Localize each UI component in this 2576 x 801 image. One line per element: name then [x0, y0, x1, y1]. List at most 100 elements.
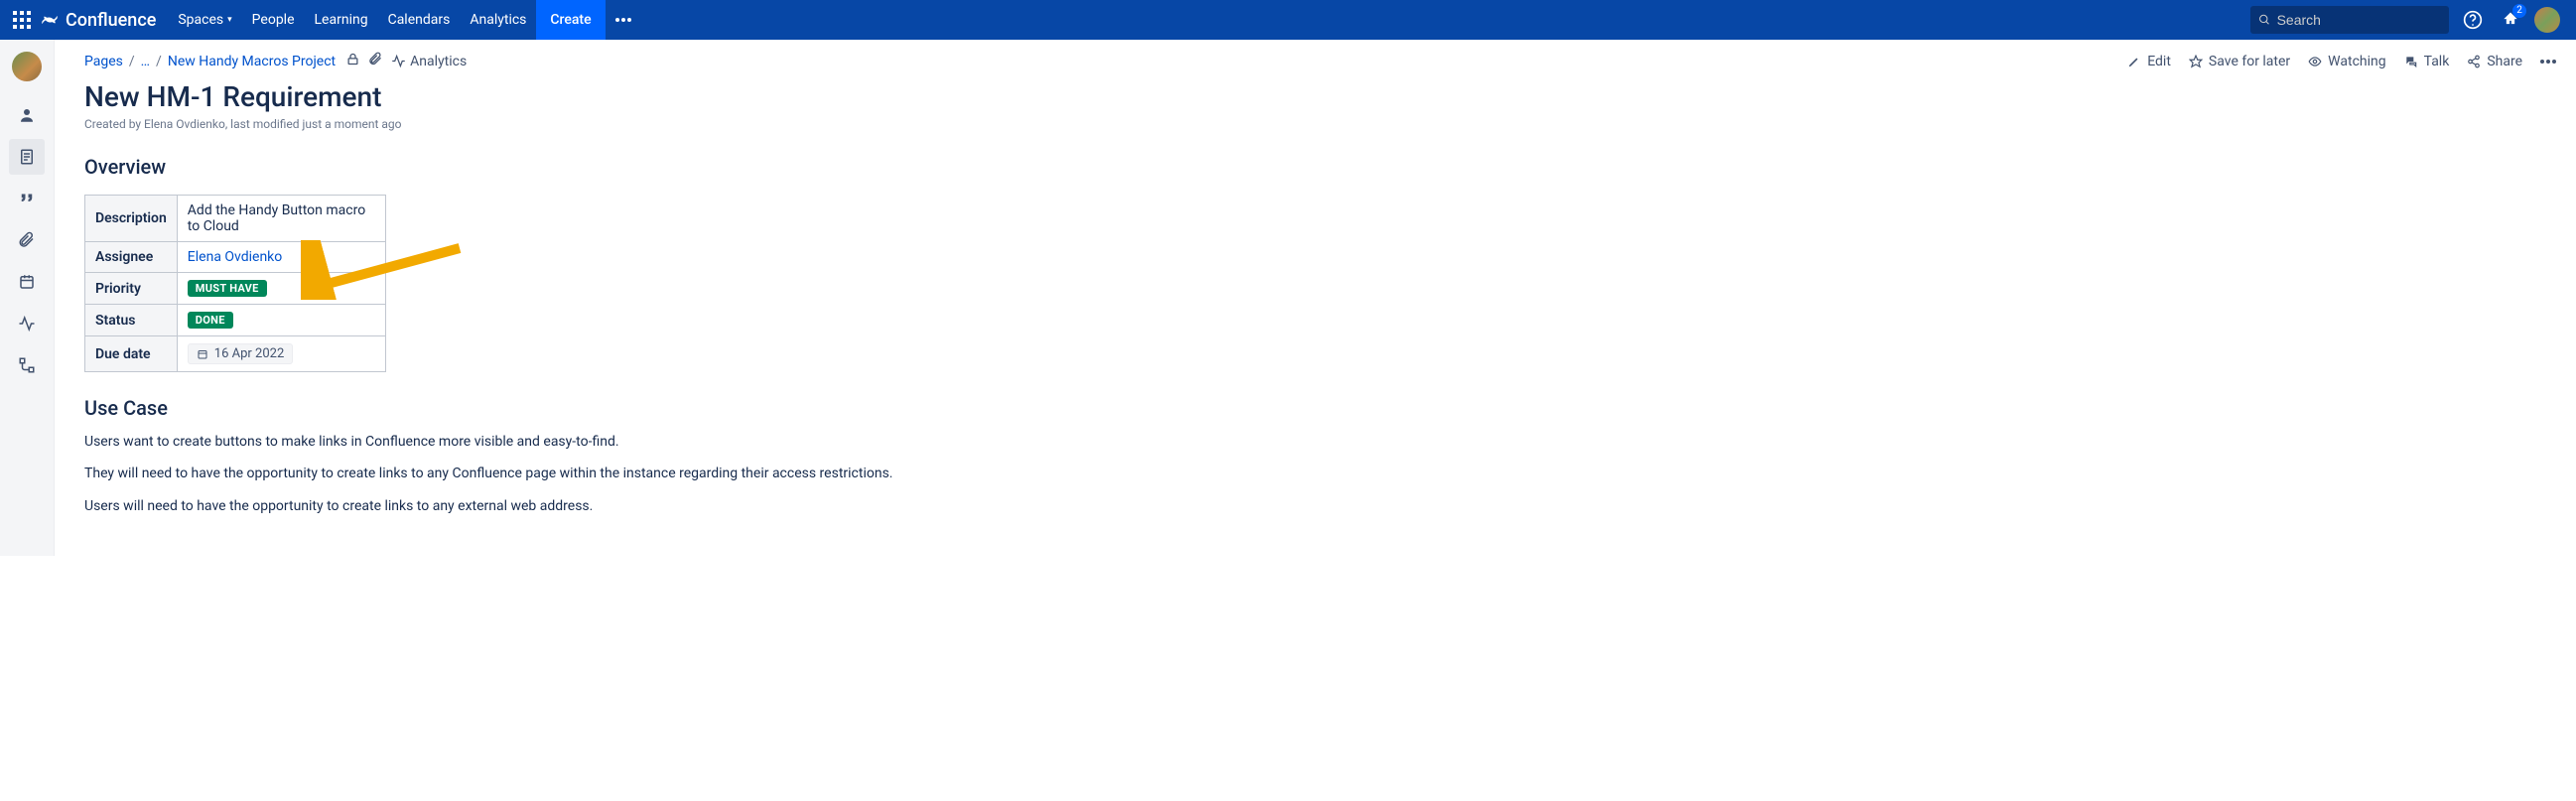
search-icon [2258, 13, 2271, 27]
top-bar-left: Confluence Spaces ▾ People Learning Cale… [8, 0, 641, 40]
app-name: Confluence [66, 10, 156, 31]
crumb-sep: / [156, 54, 162, 69]
paperclip-icon [18, 231, 36, 249]
nav-people-label: People [252, 12, 295, 28]
help-button[interactable] [2459, 6, 2487, 34]
dots-icon [615, 18, 631, 22]
nav-learning[interactable]: Learning [305, 0, 378, 40]
star-icon [2189, 55, 2203, 68]
page-title: New HM-1 Requirement [84, 80, 2556, 113]
quotes-icon [18, 190, 36, 207]
breadcrumb-row: Pages / … / New Handy Macros Project Ana… [84, 52, 2556, 70]
top-bar-right: 2 [2250, 6, 2568, 34]
watching-action[interactable]: Watching [2308, 54, 2385, 69]
restrictions-icon[interactable] [345, 52, 360, 70]
duedate-chip[interactable]: 16 Apr 2022 [188, 343, 293, 364]
left-rail [0, 40, 55, 556]
rail-page-icon[interactable] [9, 139, 45, 175]
watching-label: Watching [2328, 54, 2385, 69]
row-description: Description Add the Handy Button macro t… [85, 196, 386, 242]
activity-icon [18, 315, 36, 333]
talk-action[interactable]: Talk [2404, 54, 2450, 69]
page-actions: Edit Save for later Watching Talk Share [2127, 54, 2556, 69]
user-avatar[interactable] [2534, 7, 2560, 33]
label-assignee: Assignee [85, 242, 178, 273]
share-icon [2467, 55, 2481, 68]
crumb-ellipsis[interactable]: … [141, 54, 150, 69]
status-lozenge[interactable]: DONE [188, 312, 233, 329]
main-content: Pages / … / New Handy Macros Project Ana… [55, 40, 2576, 556]
overview-heading: Overview [84, 155, 2556, 179]
pencil-icon [2127, 55, 2141, 68]
row-assignee: Assignee Elena Ovdienko [85, 242, 386, 273]
topbar-more-button[interactable] [606, 0, 641, 40]
create-button[interactable]: Create [536, 0, 605, 40]
rail-activity-icon[interactable] [9, 306, 45, 341]
help-icon [2463, 10, 2483, 30]
confluence-logo[interactable]: Confluence [36, 0, 168, 40]
create-label: Create [550, 12, 591, 28]
search-box[interactable] [2250, 6, 2449, 34]
usecase-heading: Use Case [84, 396, 2556, 420]
eye-icon [2308, 55, 2322, 68]
analytics-icon [391, 54, 406, 68]
talk-label: Talk [2424, 54, 2450, 69]
notifications-button[interactable]: 2 [2497, 6, 2524, 34]
edit-label: Edit [2147, 54, 2171, 69]
talk-icon [2404, 55, 2418, 68]
overview-table: Description Add the Handy Button macro t… [84, 195, 386, 372]
save-label: Save for later [2209, 54, 2290, 69]
share-action[interactable]: Share [2467, 54, 2522, 69]
usecase-p3: Users will need to have the opportunity … [84, 496, 2556, 516]
calendar-icon [18, 273, 36, 291]
rail-quotes-icon[interactable] [9, 181, 45, 216]
row-status: Status DONE [85, 305, 386, 336]
value-description: Add the Handy Button macro to Cloud [177, 196, 385, 242]
app-switcher-icon[interactable] [8, 6, 36, 34]
priority-lozenge[interactable]: MUST HAVE [188, 280, 267, 297]
nav-spaces[interactable]: Spaces ▾ [168, 0, 241, 40]
nav-spaces-label: Spaces [178, 12, 223, 28]
label-status: Status [85, 305, 178, 336]
label-duedate: Due date [85, 336, 178, 372]
label-description: Description [85, 196, 178, 242]
body: Pages / … / New Handy Macros Project Ana… [0, 40, 2576, 556]
usecase-p1: Users want to create buttons to make lin… [84, 432, 2556, 452]
tree-icon [18, 356, 36, 374]
nav-people[interactable]: People [242, 0, 305, 40]
space-avatar[interactable] [12, 52, 42, 81]
edit-action[interactable]: Edit [2127, 54, 2171, 69]
page-analytics[interactable]: Analytics [391, 54, 467, 69]
crumb-icons: Analytics [345, 52, 467, 70]
page-icon [18, 148, 36, 166]
person-icon [18, 106, 36, 124]
share-label: Share [2487, 54, 2522, 69]
rail-attach-icon[interactable] [9, 222, 45, 258]
nav-learning-label: Learning [315, 12, 368, 28]
attachments-icon[interactable] [368, 52, 383, 70]
save-action[interactable]: Save for later [2189, 54, 2290, 69]
more-actions[interactable] [2540, 60, 2556, 64]
breadcrumbs: Pages / … / New Handy Macros Project [84, 54, 336, 69]
row-priority: Priority MUST HAVE [85, 273, 386, 305]
usecase-p2: They will need to have the opportunity t… [84, 464, 2556, 483]
crumb-pages[interactable]: Pages [84, 54, 123, 69]
crumb-project[interactable]: New Handy Macros Project [168, 54, 336, 69]
chevron-down-icon: ▾ [227, 15, 232, 25]
crumb-sep: / [129, 54, 135, 69]
page-analytics-label: Analytics [410, 54, 467, 69]
rail-calendar-icon[interactable] [9, 264, 45, 300]
rail-user-icon[interactable] [9, 97, 45, 133]
nav-calendars-label: Calendars [388, 12, 451, 28]
value-assignee[interactable]: Elena Ovdienko [188, 249, 282, 265]
label-priority: Priority [85, 273, 178, 305]
top-bar: Confluence Spaces ▾ People Learning Cale… [0, 0, 2576, 40]
nav-calendars[interactable]: Calendars [378, 0, 461, 40]
nav-analytics-label: Analytics [470, 12, 526, 28]
search-input[interactable] [2277, 12, 2441, 28]
notif-badge: 2 [2512, 4, 2526, 18]
calendar-icon [197, 348, 208, 360]
row-duedate: Due date 16 Apr 2022 [85, 336, 386, 372]
rail-tree-icon[interactable] [9, 347, 45, 383]
nav-analytics[interactable]: Analytics [460, 0, 536, 40]
